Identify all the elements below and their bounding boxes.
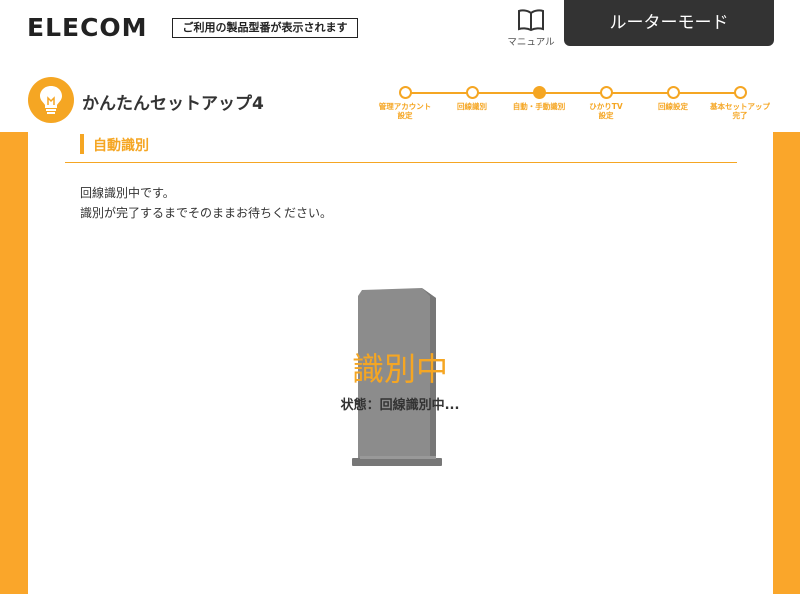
step-label: ひかりTV 設定 <box>589 102 623 120</box>
book-icon <box>518 9 544 32</box>
step-line-settings: 回線設定 <box>640 86 706 111</box>
status-message-1: 回線識別中です。 <box>80 186 175 200</box>
section-header: 自動識別 <box>65 132 737 163</box>
router-mode-button[interactable]: ルーターモード <box>564 0 774 46</box>
step-label: 回線設定 <box>658 102 688 111</box>
step-line-identify: 回線識別 <box>439 86 505 111</box>
manual-link[interactable]: マニュアル <box>502 8 560 48</box>
step-dot <box>465 86 479 99</box>
step-auto-manual: 自動・手動識別 <box>506 86 572 111</box>
status-message-2: 識別が完了するまでそのままお待ちください。 <box>80 206 333 220</box>
elecom-logo: ELECOM <box>27 13 148 42</box>
manual-label: マニュアル <box>507 37 555 48</box>
frame-left <box>0 132 28 594</box>
step-basic-complete: 基本セットアップ 完了 <box>707 86 773 120</box>
step-label: 基本セットアップ 完了 <box>710 102 770 120</box>
model-number-notice: ご利用の製品型番が表示されます <box>172 18 358 38</box>
step-label: 管理アカウント 設定 <box>378 102 432 120</box>
section-title: 自動識別 <box>93 138 149 154</box>
frame-right <box>773 132 800 594</box>
section-accent-bar <box>80 134 84 154</box>
step-dot <box>398 86 412 99</box>
identifying-label: 識別中 <box>351 350 448 388</box>
header: ELECOM ご利用の製品型番が表示されます マニュアル ルーターモード かんた… <box>0 0 800 132</box>
step-label: 回線識別 <box>457 102 487 111</box>
state-label: 状態：回線識別中... <box>340 398 460 413</box>
step-hikari-tv: ひかりTV 設定 <box>573 86 639 120</box>
step-dot <box>733 86 747 99</box>
step-dot <box>599 86 613 99</box>
lightbulb-icon <box>28 77 74 123</box>
step-dot-active <box>532 86 546 99</box>
step-admin-account: 管理アカウント 設定 <box>372 86 438 120</box>
progress-steps: 管理アカウント 設定 回線識別 自動・手動識別 ひかりTV 設定 回線設定 基本… <box>374 86 774 126</box>
step-label: 自動・手動識別 <box>512 102 566 111</box>
setup-title: かんたんセットアップ4 <box>82 94 264 114</box>
step-dot <box>666 86 680 99</box>
